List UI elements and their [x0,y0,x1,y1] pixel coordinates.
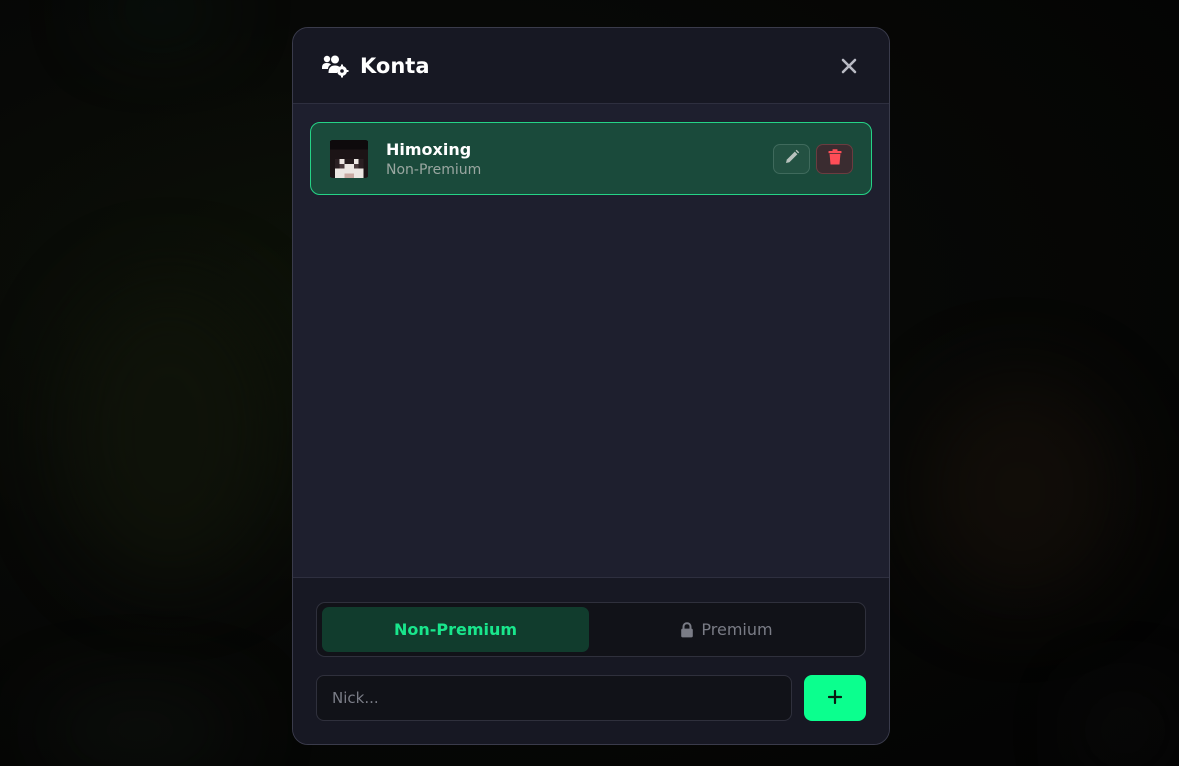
modal-header: Konta [293,28,889,104]
accounts-modal: Konta Himoxing Non-Premium Non-Premium P… [292,27,890,745]
background-blur [920,380,1120,600]
background-blur [60,280,280,580]
delete-account-button[interactable] [816,143,853,174]
account-card[interactable]: Himoxing Non-Premium [310,122,872,195]
edit-account-button[interactable] [773,143,810,174]
toggle-premium[interactable]: Premium [593,607,860,652]
modal-title: Konta [360,53,430,78]
users-gear-icon [321,54,349,78]
plus-icon [827,689,843,707]
trash-icon [828,148,842,169]
pencil-icon [784,149,800,169]
modal-footer: Non-Premium Premium [293,577,889,744]
account-info: Himoxing Non-Premium [386,140,481,178]
account-type-toggle: Non-Premium Premium [316,602,866,657]
account-name: Himoxing [386,139,472,159]
avatar [329,139,369,178]
close-icon[interactable] [837,54,861,78]
add-account-button[interactable] [804,675,866,721]
account-actions [773,143,853,174]
add-account-row [316,675,866,721]
lock-icon [680,621,694,638]
account-type: Non-Premium [386,161,482,178]
background-blur [100,0,220,30]
account-list: Himoxing Non-Premium [293,104,889,577]
background-blur [40,700,240,760]
nick-input[interactable] [316,675,792,721]
toggle-premium-label: Premium [701,620,773,639]
toggle-non-premium-label: Non-Premium [393,620,518,639]
toggle-non-premium[interactable]: Non-Premium [322,607,589,652]
background-blur [1090,700,1160,760]
